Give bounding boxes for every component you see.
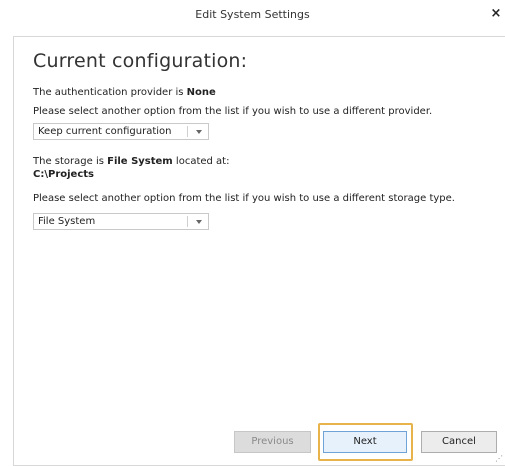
storage-prefix: The storage is: [33, 156, 104, 167]
content-panel: [13, 36, 505, 466]
auth-provider-dropdown[interactable]: Keep current configuration: [33, 123, 209, 140]
auth-provider-text: The authentication provider is None: [33, 87, 216, 98]
dropdown-separator: [187, 126, 188, 137]
dropdown-separator: [187, 216, 188, 227]
previous-button[interactable]: Previous: [234, 431, 311, 453]
resize-grip-icon[interactable]: ⋰: [495, 455, 503, 463]
storage-type-text: The storage is File System located at:: [33, 156, 229, 167]
title-bar: Edit System Settings ×: [0, 0, 505, 30]
auth-provider-prefix: The authentication provider is: [33, 87, 184, 98]
next-button[interactable]: Next: [323, 431, 407, 453]
storage-dropdown-value: File System: [38, 216, 96, 227]
cancel-button[interactable]: Cancel: [421, 431, 497, 453]
auth-instruction: Please select another option from the li…: [33, 106, 433, 117]
auth-dropdown-value: Keep current configuration: [38, 126, 172, 137]
edit-system-settings-dialog: Edit System Settings × Current configura…: [0, 0, 505, 466]
window-title: Edit System Settings: [195, 8, 310, 21]
storage-instruction: Please select another option from the li…: [33, 193, 455, 204]
storage-type-value: File System: [107, 156, 173, 167]
storage-suffix: located at:: [175, 156, 230, 167]
close-icon[interactable]: ×: [489, 5, 503, 23]
auth-provider-value: None: [186, 87, 216, 98]
storage-type-dropdown[interactable]: File System: [33, 213, 209, 230]
page-heading: Current configuration:: [33, 50, 248, 72]
chevron-down-icon[interactable]: [196, 130, 202, 134]
storage-path: C:\Projects: [33, 169, 94, 180]
chevron-down-icon[interactable]: [196, 220, 202, 224]
